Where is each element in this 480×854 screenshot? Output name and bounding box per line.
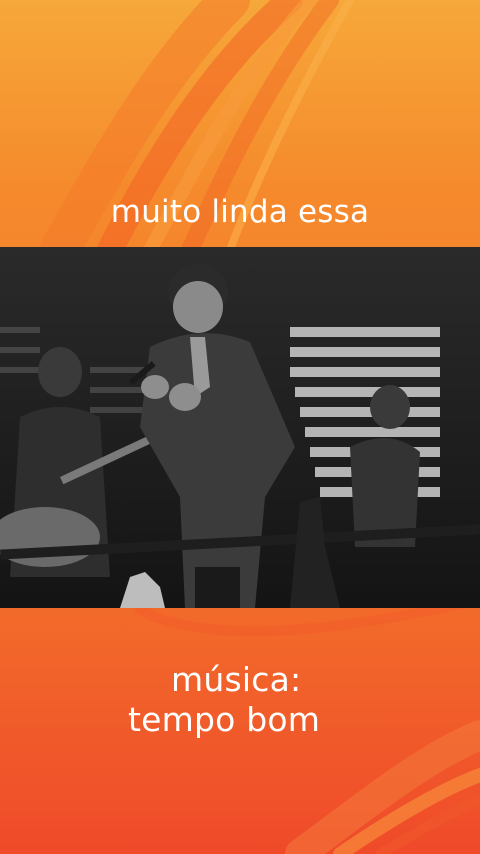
bottom-caption: música: tempo bom bbox=[128, 660, 448, 740]
bottom-caption-line-2: tempo bom bbox=[128, 700, 321, 739]
top-caption: muito linda essa bbox=[110, 194, 370, 230]
bottom-caption-line-1: música: bbox=[171, 660, 302, 699]
concert-video-frame[interactable] bbox=[0, 247, 480, 608]
concert-scene-image bbox=[0, 247, 480, 608]
